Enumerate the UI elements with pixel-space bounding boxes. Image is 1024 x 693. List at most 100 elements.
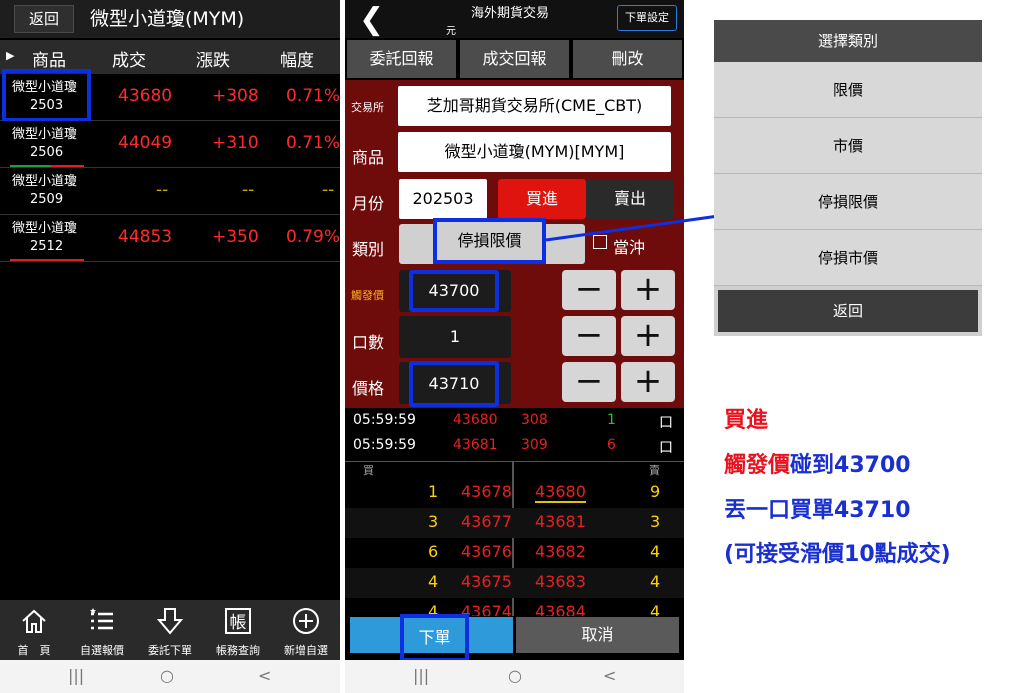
last-price: 44049 xyxy=(118,133,173,153)
nav-watchlist[interactable]: 自選報價 xyxy=(68,600,136,660)
home-key[interactable]: ○ xyxy=(160,666,174,685)
product-field[interactable]: 微型小道瓊(MYM)[MYM] xyxy=(398,132,671,172)
price-change: +350 xyxy=(212,227,259,247)
qty-minus-button[interactable]: − xyxy=(562,316,616,356)
note-trigger: 觸發價碰到43700 xyxy=(724,447,911,479)
expand-triangle-icon[interactable]: ▶ xyxy=(6,49,14,62)
price-plus-button[interactable]: + xyxy=(621,362,675,402)
buy-button[interactable]: 買進 xyxy=(498,179,586,219)
note-order: 丟一口買單43710 xyxy=(724,498,911,523)
percent-change: 0.71% xyxy=(286,133,341,153)
bottom-nav: 首 頁 自選報價 委託下單 帳 帳務查詢 新增自選 xyxy=(0,600,340,660)
watchlist-row[interactable]: 微型小道瓊 2509 -- -- -- xyxy=(0,168,340,215)
picker-back-button[interactable]: 返回 xyxy=(718,290,978,332)
price-change: +310 xyxy=(212,133,259,153)
back-key[interactable]: < xyxy=(258,666,271,685)
trigger-minus-button[interactable]: − xyxy=(562,270,616,310)
system-nav-bar: ||| ○ < xyxy=(345,660,684,693)
trigger-label: 觸發價 xyxy=(351,289,384,302)
bid-qty: 1 xyxy=(428,482,439,501)
ask-price: 43683 xyxy=(535,572,586,591)
nav-order[interactable]: 委託下單 xyxy=(136,600,204,660)
home-key[interactable]: ○ xyxy=(508,666,522,685)
bid-qty: 4 xyxy=(428,572,439,591)
exchange-field[interactable]: 芝加哥期貨交易所(CME_CBT) xyxy=(398,86,671,126)
add-circle-icon xyxy=(293,608,319,634)
tab-fill-report[interactable]: 成交回報 xyxy=(460,40,569,78)
nav-account[interactable]: 帳 帳務查詢 xyxy=(204,600,272,660)
option-stop-limit[interactable]: 停損限價 xyxy=(714,174,982,230)
order-settings-button[interactable]: 下單設定 xyxy=(617,5,677,31)
tab-order-report[interactable]: 委託回報 xyxy=(347,40,456,78)
book-row[interactable]: 3 43677 43681 3 xyxy=(345,508,684,538)
tick-row: 05:59:59 43680 308 1 口 xyxy=(345,409,684,433)
watchlist-row[interactable]: 微型小道瓊 2503 43680 +308 0.71% xyxy=(0,69,340,122)
col-percent[interactable]: 幅度 xyxy=(280,46,314,71)
tick-flag: 口 xyxy=(659,440,673,456)
col-product[interactable]: 商品 xyxy=(32,46,66,71)
trigger-plus-button[interactable]: + xyxy=(621,270,675,310)
bid-price: 43677 xyxy=(461,512,512,531)
daytrade-label: 當沖 xyxy=(613,238,646,257)
recents-key[interactable]: ||| xyxy=(68,666,84,685)
home-icon xyxy=(22,609,46,633)
exchange-label: 交易所 xyxy=(351,101,384,114)
price-label: 價格 xyxy=(352,379,385,398)
back-key[interactable]: < xyxy=(603,666,616,685)
option-limit[interactable]: 限價 xyxy=(714,62,982,118)
back-button[interactable]: 返回 xyxy=(14,5,74,33)
ask-qty: 4 xyxy=(650,602,661,616)
currency-unit: 元 xyxy=(446,26,456,37)
tick-volume: 6 xyxy=(607,437,616,453)
price-minus-button[interactable]: − xyxy=(562,362,616,402)
type-select[interactable]: 停損限價 xyxy=(433,218,546,264)
ask-header: 賣 xyxy=(649,464,660,477)
option-market[interactable]: 市價 xyxy=(714,118,982,174)
recents-key[interactable]: ||| xyxy=(413,666,429,685)
nav-label: 首 頁 xyxy=(17,644,51,657)
page-title: 微型小道瓊(MYM) xyxy=(90,8,245,30)
cancel-button[interactable]: 取消 xyxy=(516,617,679,653)
nav-add-watch[interactable]: 新增自選 xyxy=(272,600,340,660)
tick-time: 05:59:59 xyxy=(353,412,416,428)
submit-order-label[interactable]: 下單 xyxy=(400,614,469,662)
tab-amend[interactable]: 刪改 xyxy=(573,40,682,78)
watchlist-row[interactable]: 微型小道瓊 2512 44853 +350 0.79% xyxy=(0,215,340,262)
order-header: ❮ 海外期貨交易 元 下單設定 xyxy=(345,0,684,38)
book-row[interactable]: 4 43674 43684 4 xyxy=(345,598,684,616)
bid-header: 買 xyxy=(363,464,374,477)
trigger-price-input[interactable]: 43700 xyxy=(409,270,499,312)
page-title: 海外期貨交易 xyxy=(471,6,550,21)
ask-price: 43684 xyxy=(535,602,586,616)
price-input[interactable]: 43710 xyxy=(409,361,499,407)
percent-change: 0.79% xyxy=(286,227,341,247)
range-bar xyxy=(10,259,84,261)
month-field[interactable]: 202503 xyxy=(399,179,487,219)
note-trigger-b: 碰到43700 xyxy=(790,453,911,478)
nav-home[interactable]: 首 頁 xyxy=(0,600,68,660)
qty-input[interactable]: 1 xyxy=(399,316,511,358)
col-price[interactable]: 成交 xyxy=(112,46,146,71)
daytrade-checkbox[interactable] xyxy=(593,235,607,249)
order-book: 買 賣 1 43678 43680 9 3 43677 43681 3 6 43… xyxy=(345,461,684,616)
system-nav-bar: ||| ○ < xyxy=(0,660,340,693)
note-slippage: (可接受滑價10點成交) xyxy=(724,542,951,567)
tick-row: 05:59:59 43681 309 6 口 xyxy=(345,434,684,458)
book-row[interactable]: 4 43675 43683 4 xyxy=(345,568,684,598)
back-chevron-icon[interactable]: ❮ xyxy=(359,2,384,37)
book-row[interactable]: 1 43678 43680 9 xyxy=(345,478,684,508)
tick-time: 05:59:59 xyxy=(353,437,416,453)
book-row[interactable]: 6 43676 43682 4 xyxy=(345,538,684,568)
qty-plus-button[interactable]: + xyxy=(621,316,675,356)
option-stop-market[interactable]: 停損市價 xyxy=(714,230,982,286)
note-buy: 買進 xyxy=(724,408,769,433)
nav-label: 自選報價 xyxy=(80,644,124,657)
watchlist-row[interactable]: 微型小道瓊 2506 44049 +310 0.71% xyxy=(0,121,340,168)
download-arrow-icon xyxy=(156,608,184,635)
tick-price: 43681 xyxy=(453,437,498,453)
bid-qty: 3 xyxy=(428,512,439,531)
col-change[interactable]: 漲跌 xyxy=(196,46,230,71)
type-label: 類別 xyxy=(352,240,385,259)
sell-button[interactable]: 賣出 xyxy=(586,179,674,219)
product-label: 商品 xyxy=(352,148,385,167)
